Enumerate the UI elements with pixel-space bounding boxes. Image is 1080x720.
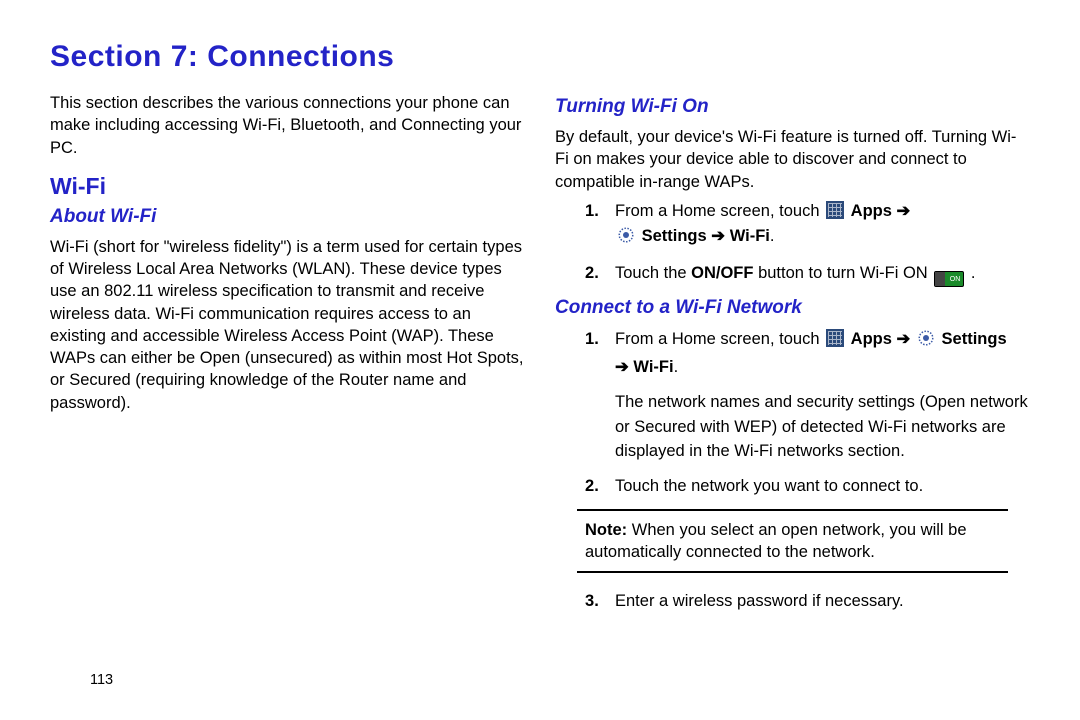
subtopic-turning-wifi-on: Turning Wi-Fi On — [555, 96, 1030, 118]
subtopic-connect-wifi: Connect to a Wi-Fi Network — [555, 297, 1030, 319]
arrow-icon: ➔ — [711, 227, 725, 245]
step-text: button to turn Wi-Fi ON — [758, 264, 932, 282]
on-toggle-icon: ON — [934, 271, 964, 287]
turning-on-paragraph: By default, your device's Wi-Fi feature … — [555, 126, 1030, 193]
page-number: 113 — [90, 672, 113, 688]
step-text: Touch the — [615, 264, 691, 282]
step-item: From a Home screen, touch Apps ➔ Setting… — [615, 327, 1030, 464]
intro-paragraph: This section describes the various conne… — [50, 92, 525, 159]
left-column: This section describes the various conne… — [50, 92, 525, 624]
period: . — [770, 227, 775, 245]
onoff-label: ON/OFF — [691, 264, 753, 282]
note-label: Note: — [585, 521, 627, 539]
step-text: From a Home screen, touch — [615, 202, 824, 220]
note-text: When you select an open network, you wil… — [585, 521, 967, 561]
step-item: Enter a wireless password if necessary. — [615, 589, 1030, 614]
settings-label: Settings — [942, 330, 1007, 348]
section-title: Section 7: Connections — [50, 40, 1030, 74]
step-item: Touch the network you want to connect to… — [615, 474, 1030, 499]
connect-steps: From a Home screen, touch Apps ➔ Setting… — [555, 327, 1030, 499]
arrow-icon: ➔ — [897, 202, 911, 220]
step-item: Touch the ON/OFF button to turn Wi-Fi ON… — [615, 261, 1030, 287]
about-wifi-paragraph: Wi-Fi (short for "wireless fidelity") is… — [50, 236, 525, 414]
apps-label: Apps — [851, 202, 897, 220]
settings-icon — [617, 226, 635, 252]
topic-wifi-heading: Wi-Fi — [50, 173, 525, 200]
connect-steps-cont: Enter a wireless password if necessary. — [555, 589, 1030, 614]
step-text: Touch the network you want to connect to… — [615, 477, 923, 495]
apps-icon — [826, 329, 844, 347]
subtopic-about-wifi: About Wi-Fi — [50, 206, 525, 228]
apps-icon — [826, 201, 844, 219]
settings-icon — [917, 329, 935, 355]
period: . — [971, 264, 976, 282]
wifi-label: Wi-Fi — [730, 227, 770, 245]
step-followup: The network names and security settings … — [615, 390, 1030, 464]
wifi-label: Wi-Fi — [633, 358, 673, 376]
right-column: Turning Wi-Fi On By default, your device… — [555, 92, 1030, 624]
settings-label: Settings — [642, 227, 712, 245]
period: . — [674, 358, 679, 376]
step-text: From a Home screen, touch — [615, 330, 824, 348]
apps-label: Apps — [851, 330, 897, 348]
step-text: Enter a wireless password if necessary. — [615, 592, 904, 610]
arrow-icon: ➔ — [897, 330, 911, 348]
arrow-icon: ➔ — [615, 358, 629, 376]
turning-on-steps: From a Home screen, touch Apps ➔ Setting… — [555, 199, 1030, 288]
note-block: Note: When you select an open network, y… — [577, 509, 1008, 574]
step-item: From a Home screen, touch Apps ➔ Setting… — [615, 199, 1030, 252]
